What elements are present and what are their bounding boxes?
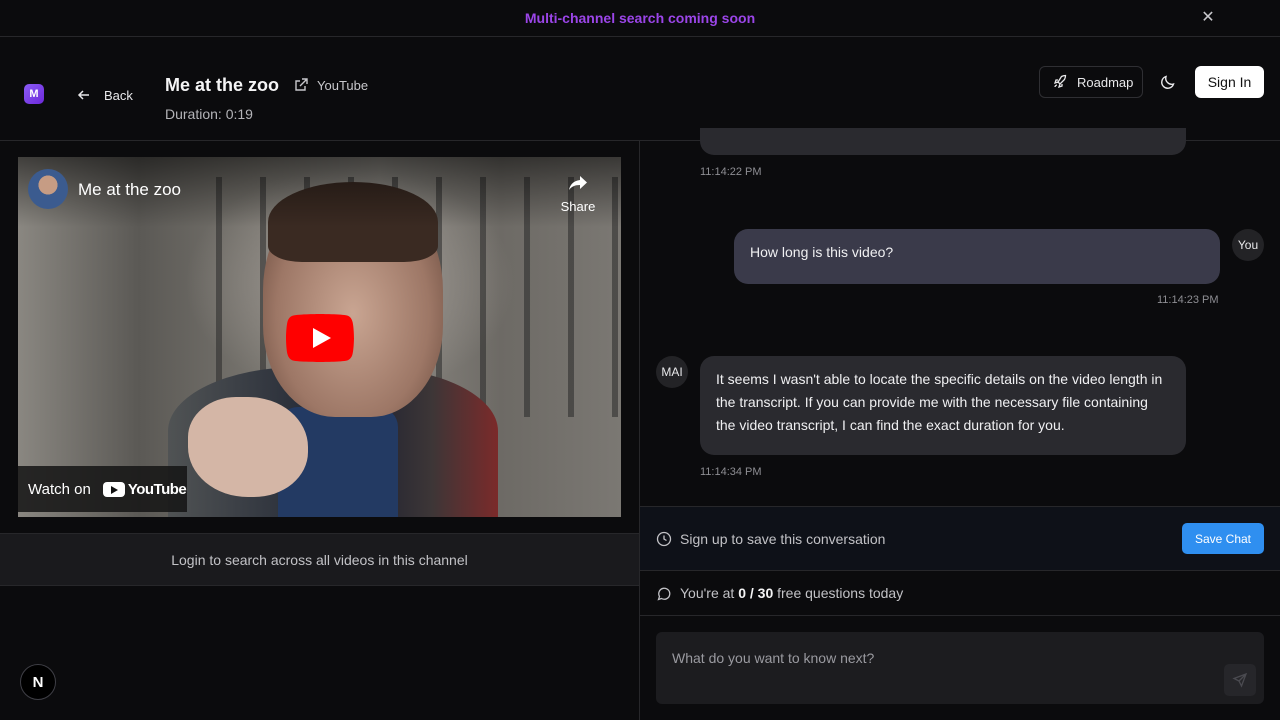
moon-icon[interactable] xyxy=(1159,73,1177,91)
question-input[interactable] xyxy=(656,632,1264,704)
banner-text: Multi-channel search coming soon xyxy=(524,10,756,26)
close-icon[interactable]: ✕ xyxy=(1200,10,1216,26)
question-quota: You're at 0 / 30 free questions today xyxy=(640,571,1280,616)
page-title: Me at the zoo xyxy=(165,75,280,95)
external-link-icon xyxy=(295,78,308,91)
channel-avatar[interactable] xyxy=(28,169,68,209)
youtube-logo: YouTube xyxy=(102,481,187,498)
play-icon[interactable] xyxy=(286,314,354,362)
nextjs-badge[interactable]: N xyxy=(20,664,56,700)
quota-count: 0 / 30 xyxy=(738,585,774,601)
assistant-message-bubble: It seems I wasn't able to locate the spe… xyxy=(700,356,1186,455)
login-to-search-bar[interactable]: Login to search across all videos in thi… xyxy=(0,533,639,586)
quota-text: You're at 0 / 30 free questions today xyxy=(680,585,904,601)
watch-on-label: Watch on xyxy=(28,480,91,498)
youtube-icon xyxy=(102,481,125,497)
save-prompt-text: Sign up to save this conversation xyxy=(680,531,886,547)
source-label: YouTube xyxy=(317,77,369,93)
rocket-icon xyxy=(1053,74,1067,89)
user-avatar: You xyxy=(1232,229,1264,261)
save-conversation-bar: Sign up to save this conversation Save C… xyxy=(640,506,1280,571)
share-icon xyxy=(569,176,587,190)
youtube-link[interactable]: YouTube xyxy=(293,77,368,93)
save-chat-button[interactable]: Save Chat xyxy=(1182,523,1264,554)
send-button[interactable] xyxy=(1224,664,1256,696)
sign-in-button[interactable]: Sign In xyxy=(1195,66,1264,98)
clock-icon xyxy=(656,531,672,547)
share-label: Share xyxy=(560,199,596,214)
share-button[interactable]: Share xyxy=(558,171,598,214)
roadmap-button[interactable]: Roadmap xyxy=(1039,66,1143,98)
back-button[interactable]: Back xyxy=(76,87,133,103)
arrow-left-icon xyxy=(77,90,89,100)
watch-on-youtube-button[interactable]: Watch on YouTube xyxy=(18,466,187,512)
player-title[interactable]: Me at the zoo xyxy=(78,180,181,200)
app-logo[interactable]: M xyxy=(24,84,44,104)
panel-divider xyxy=(639,141,640,720)
assistant-message-bubble xyxy=(700,128,1186,155)
assistant-avatar: MAI xyxy=(656,356,688,388)
message-timestamp: 11:14:22 PM xyxy=(700,166,762,178)
user-message-bubble: How long is this video? xyxy=(734,229,1220,284)
message-timestamp: 11:14:23 PM xyxy=(1157,294,1219,306)
roadmap-label: Roadmap xyxy=(1077,74,1134,90)
back-label: Back xyxy=(104,87,133,103)
send-icon xyxy=(1232,672,1248,688)
message-circle-icon xyxy=(657,587,671,601)
page-header: M Back Me at the zoo YouTube Duration: 0… xyxy=(0,37,1280,141)
announcement-banner: Multi-channel search coming soon ✕ xyxy=(0,0,1280,37)
chat-composer xyxy=(656,632,1264,704)
message-timestamp: 11:14:34 PM xyxy=(700,466,762,478)
video-duration: Duration: 0:19 xyxy=(165,106,253,122)
video-player[interactable]: Me at the zoo Share Watch on YouTube xyxy=(18,157,621,517)
